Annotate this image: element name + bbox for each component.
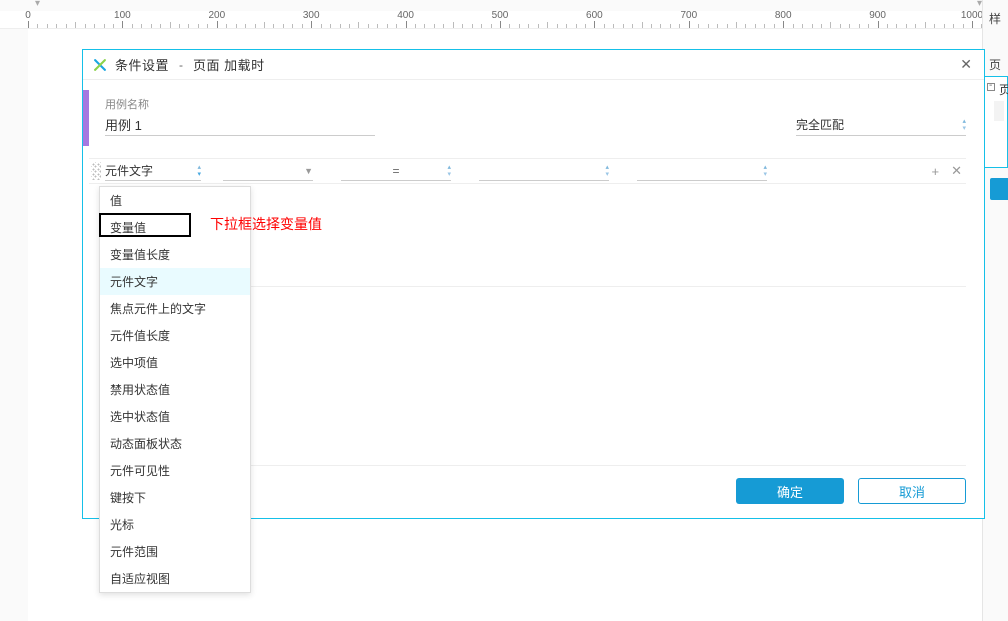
dropdown-item[interactable]: 选中项值	[100, 349, 250, 376]
condition-field-select[interactable]: 元件文字 ▴▾	[105, 161, 201, 181]
ok-button[interactable]: 确定	[736, 478, 844, 504]
dropdown-item[interactable]: 自适应视图	[100, 565, 250, 592]
outline-row[interactable]	[994, 101, 1004, 121]
outline-root-label[interactable]: 页	[999, 81, 1008, 98]
dropdown-item[interactable]: 禁用状态值	[100, 376, 250, 403]
close-icon[interactable]: ✕	[956, 54, 976, 75]
dropdown-item[interactable]: 光标	[100, 511, 250, 538]
horizontal-ruler: 01002003004005006007008009001000	[0, 11, 982, 29]
dropdown-item[interactable]: 选中状态值	[100, 403, 250, 430]
match-mode-select[interactable]: 完全匹配 ▴▾	[796, 114, 966, 136]
match-mode-value: 完全匹配	[796, 116, 844, 133]
stepper-icon: ▴▾	[197, 164, 201, 178]
tree-collapse-icon[interactable]	[987, 83, 995, 91]
right-panel-tab-page[interactable]: 页	[989, 56, 1001, 73]
cancel-button[interactable]: 取消	[858, 478, 966, 504]
condition-value-type-select[interactable]: ▴▾	[479, 161, 609, 181]
case-name-label: 用例名称	[105, 96, 149, 112]
axure-logo-icon	[93, 58, 107, 72]
dropdown-item[interactable]: 键按下	[100, 484, 250, 511]
stepper-icon: ▴▾	[605, 164, 609, 178]
toolbar-dropdown-caret[interactable]: ▾	[35, 0, 40, 9]
case-name-input[interactable]	[105, 114, 375, 136]
remove-condition-icon[interactable]: ✕	[951, 163, 962, 179]
dropdown-item[interactable]: 动态面板状态	[100, 430, 250, 457]
add-condition-icon[interactable]: +	[932, 164, 940, 179]
condition-operator-select[interactable]: = ▴▾	[341, 161, 451, 181]
condition-target-select[interactable]: ▼	[223, 161, 313, 181]
caret-down-icon: ▼	[304, 166, 313, 176]
annotation-text: 下拉框选择变量值	[210, 214, 322, 234]
dropdown-item[interactable]: 值	[100, 187, 250, 214]
right-panel-tab-style[interactable]: 样	[989, 10, 1001, 27]
dropdown-item[interactable]: 元件值长度	[100, 322, 250, 349]
right-panel: 样 页 页	[982, 0, 1008, 621]
dialog-title-sep: -	[179, 58, 183, 72]
dropdown-item[interactable]: 变量值长度	[100, 241, 250, 268]
dialog-title-b: 页面 加载时	[193, 55, 265, 74]
right-panel-action-button[interactable]	[990, 178, 1008, 200]
accent-bar	[83, 90, 89, 146]
condition-field-value: 元件文字	[105, 162, 153, 179]
dialog-title-a: 条件设置	[115, 55, 169, 74]
stepper-icon: ▴▾	[763, 164, 767, 178]
outline-panel: 页	[983, 76, 1008, 168]
dropdown-item[interactable]: 焦点元件上的文字	[100, 295, 250, 322]
dialog-titlebar: 条件设置 - 页面 加载时 ✕	[83, 50, 984, 80]
stepper-icon: ▴▾	[962, 118, 966, 132]
dropdown-item[interactable]: 元件文字	[100, 268, 250, 295]
condition-field-dropdown[interactable]: 值变量值变量值长度元件文字焦点元件上的文字元件值长度选中项值禁用状态值选中状态值…	[99, 186, 251, 593]
dropdown-item[interactable]: 元件范围	[100, 538, 250, 565]
canvas-gutter	[0, 29, 28, 621]
dropdown-item[interactable]: 元件可见性	[100, 457, 250, 484]
condition-value-select[interactable]: ▴▾	[637, 161, 767, 181]
condition-operator-value: =	[392, 164, 399, 178]
drag-handle-icon[interactable]	[91, 162, 101, 180]
condition-row: 元件文字 ▴▾ ▼ = ▴▾ ▴▾ ▴▾ + ✕	[89, 158, 966, 184]
stepper-icon: ▴▾	[447, 164, 451, 178]
